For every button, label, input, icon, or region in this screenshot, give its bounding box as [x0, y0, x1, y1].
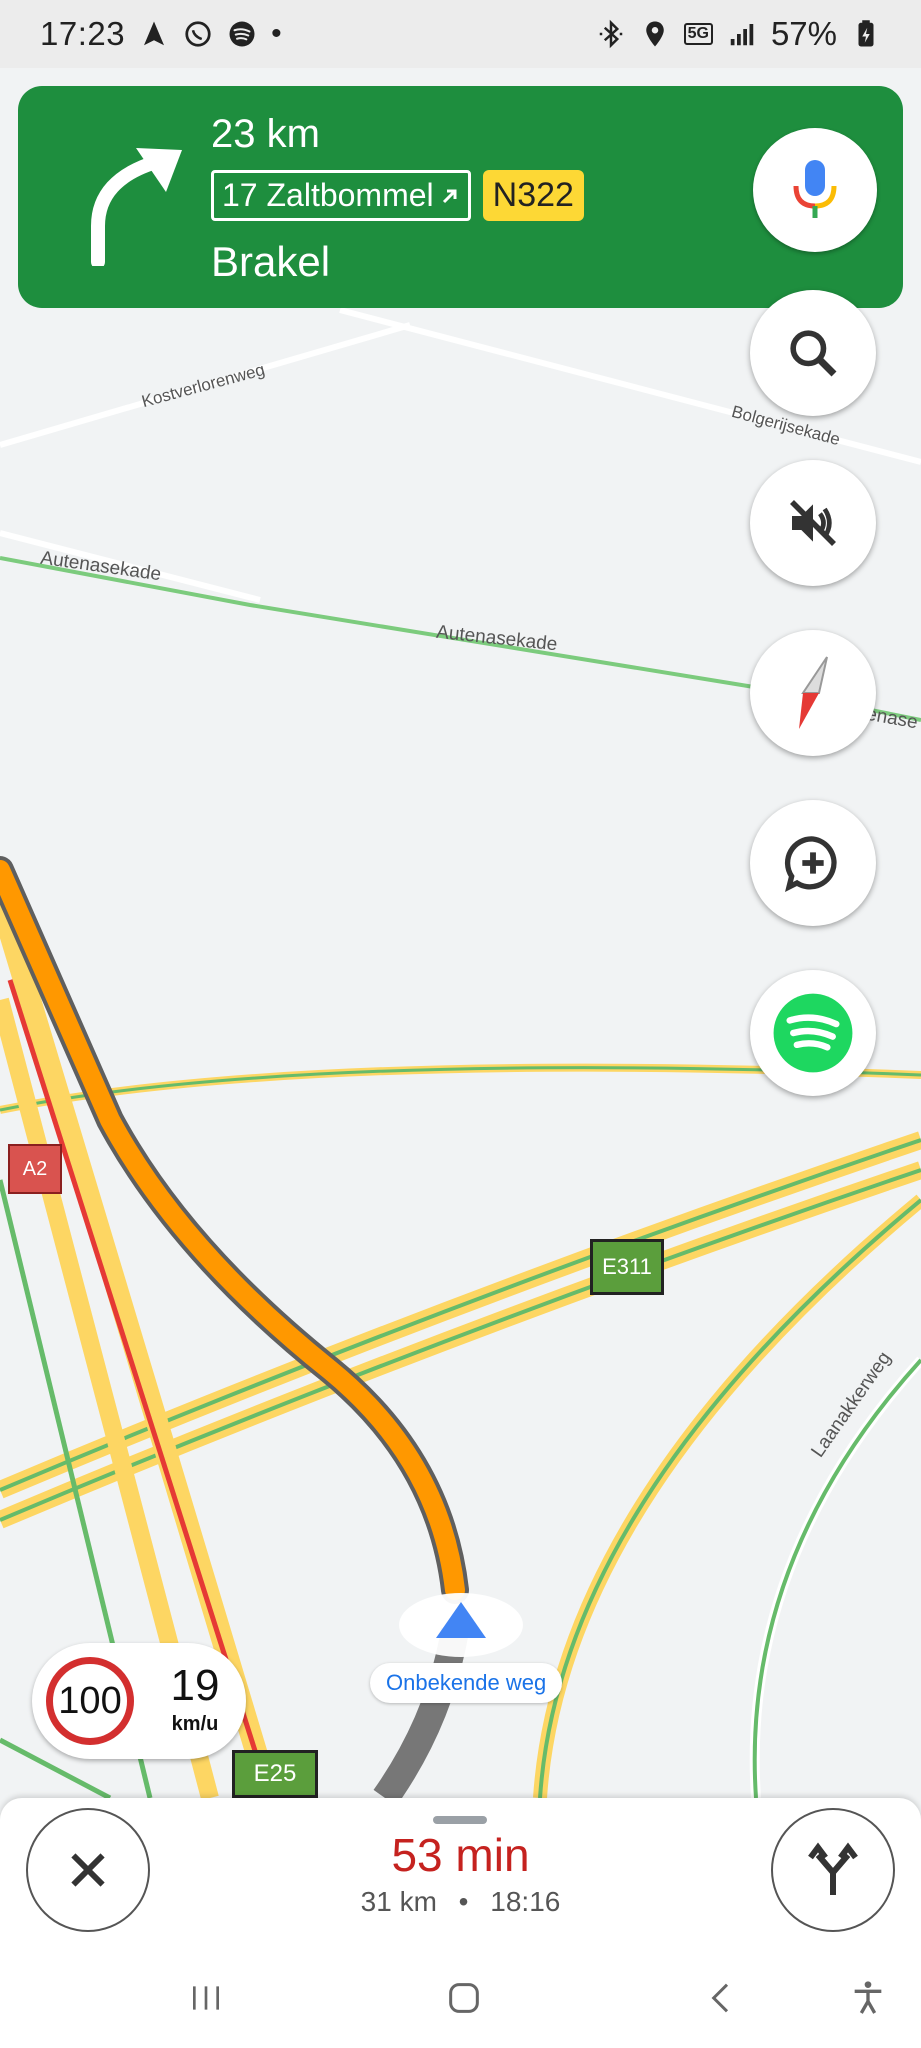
alternate-routes-button[interactable]: [771, 1808, 895, 1932]
current-road-label: Onbekende weg: [370, 1663, 563, 1703]
arrow-up-right-icon: [442, 189, 457, 203]
spotify-button[interactable]: [750, 970, 876, 1096]
direction-signs: 17 Zaltbommel N322: [211, 170, 584, 221]
home-icon: [449, 1983, 479, 2013]
accessibility-button[interactable]: [838, 1968, 898, 2028]
alternate-routes-icon: [808, 1842, 858, 1895]
5g-icon: 5G: [683, 23, 713, 45]
home-button[interactable]: [434, 1968, 494, 2028]
recents-icon: [193, 1986, 219, 2010]
trip-distance: 31 km: [360, 1886, 437, 1917]
maneuver-distance: 23 km: [211, 112, 320, 156]
add-report-icon: [784, 836, 837, 892]
signal-icon: [730, 24, 754, 46]
current-location-marker: [399, 1593, 523, 1657]
system-nav-bar: [0, 1948, 921, 2048]
bluetooth-icon: [599, 19, 622, 49]
guidance-card[interactable]: 23 km 17 Zaltbommel N322 Brakel: [18, 86, 903, 308]
sheet-handle[interactable]: [433, 1816, 487, 1824]
accessibility-icon: [854, 1981, 882, 2014]
spotify-icon: [229, 21, 255, 47]
mic-icon: [793, 160, 837, 218]
dot-icon: •: [271, 17, 282, 50]
navigation-icon: [144, 21, 165, 46]
toward-destination: Brakel: [211, 238, 331, 285]
speed-limit-sign: 100: [46, 1657, 134, 1745]
battery-icon: [858, 20, 874, 47]
shield-e25: E25: [232, 1750, 318, 1798]
status-time: 17:23: [40, 15, 126, 52]
road-shield-n322: N322: [482, 170, 584, 221]
voice-search-button[interactable]: [753, 128, 877, 252]
compass-button[interactable]: [750, 630, 876, 756]
back-button[interactable]: [692, 1968, 752, 2028]
exit-sign-label: 17 Zaltbommel: [222, 177, 434, 213]
turn-right-icon: [91, 148, 182, 266]
shield-e311: E311: [590, 1239, 664, 1295]
mute-button[interactable]: [750, 460, 876, 586]
speed-widget[interactable]: 100 19 km/u: [32, 1643, 246, 1759]
battery-percent: 57%: [770, 15, 837, 52]
recents-button[interactable]: [176, 1968, 236, 2028]
arrival-time: 18:16: [490, 1886, 561, 1917]
add-report-button[interactable]: [750, 800, 876, 926]
trip-separator: •: [458, 1886, 469, 1917]
sound-off-icon: [790, 500, 836, 546]
status-bar: 17:23 • 5G 57%: [0, 0, 921, 68]
shield-a2: A2: [8, 1144, 62, 1194]
compass-icon: [799, 656, 828, 729]
back-icon: [711, 1983, 729, 2013]
current-speed: 19: [170, 1661, 220, 1710]
exit-sign: 17 Zaltbommel: [211, 170, 471, 221]
search-button[interactable]: [750, 290, 876, 416]
spotify-icon: [773, 993, 853, 1073]
speed-unit: km/u: [171, 1713, 219, 1735]
whatsapp-icon: [185, 21, 211, 47]
trip-sheet[interactable]: 53 min 31 km • 18:16: [0, 1798, 921, 1948]
location-icon: [645, 21, 664, 47]
search-icon: [790, 330, 837, 377]
